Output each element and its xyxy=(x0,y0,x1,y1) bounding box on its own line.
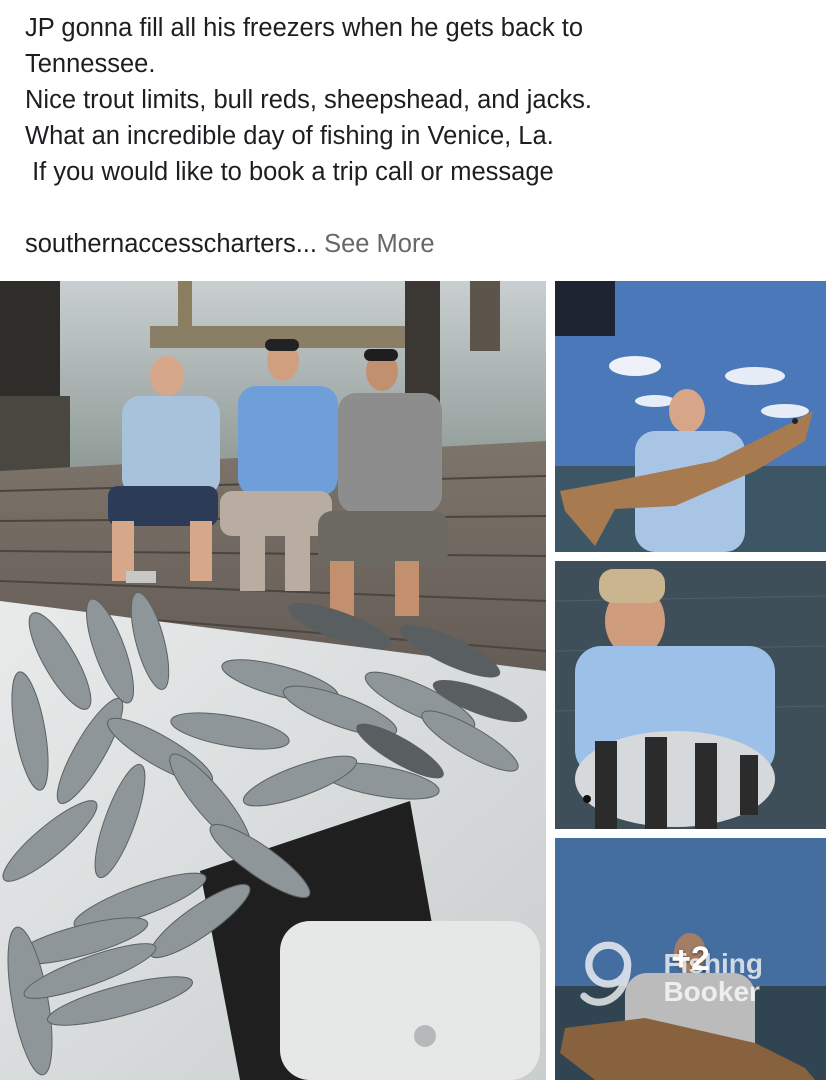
post-text-line-1: JP gonna fill all his freezers when he g… xyxy=(25,14,584,42)
photo-main-catch[interactable] xyxy=(0,281,546,1080)
watermark-line-2: Booker xyxy=(663,976,760,1007)
post-text-line-3: Nice trout limits, bull reds, sheepshead… xyxy=(25,86,592,114)
watermark-line-1: Fishing xyxy=(663,948,763,979)
watermark-text: Fishing Booker xyxy=(663,950,763,1006)
post-text-line-4: What an incredible day of fishing in Ven… xyxy=(25,122,554,150)
photo-red-drum[interactable] xyxy=(555,281,826,552)
photo-more[interactable]: +2 Fishing Booker xyxy=(555,838,826,1080)
see-more-link[interactable]: See More xyxy=(324,230,435,258)
post-text-line-2: Tennessee. xyxy=(25,50,156,78)
post-text-line-5: If you would like to book a trip call or… xyxy=(25,158,554,186)
photo-red-drum-image xyxy=(555,281,826,552)
photo-sheepshead-image xyxy=(555,561,826,829)
fishhook-logo-icon xyxy=(580,941,632,1006)
fishingbooker-watermark: Fishing Booker xyxy=(563,938,763,1018)
post-text-spacer xyxy=(25,190,805,226)
photo-main-image xyxy=(0,281,546,1080)
truncated-text: southernaccesscharters... xyxy=(25,230,317,258)
post-text: JP gonna fill all his freezers when he g… xyxy=(25,10,805,262)
post-text-truncated-line: southernaccesscharters... See More xyxy=(25,226,805,262)
photo-sheepshead[interactable] xyxy=(555,561,826,829)
